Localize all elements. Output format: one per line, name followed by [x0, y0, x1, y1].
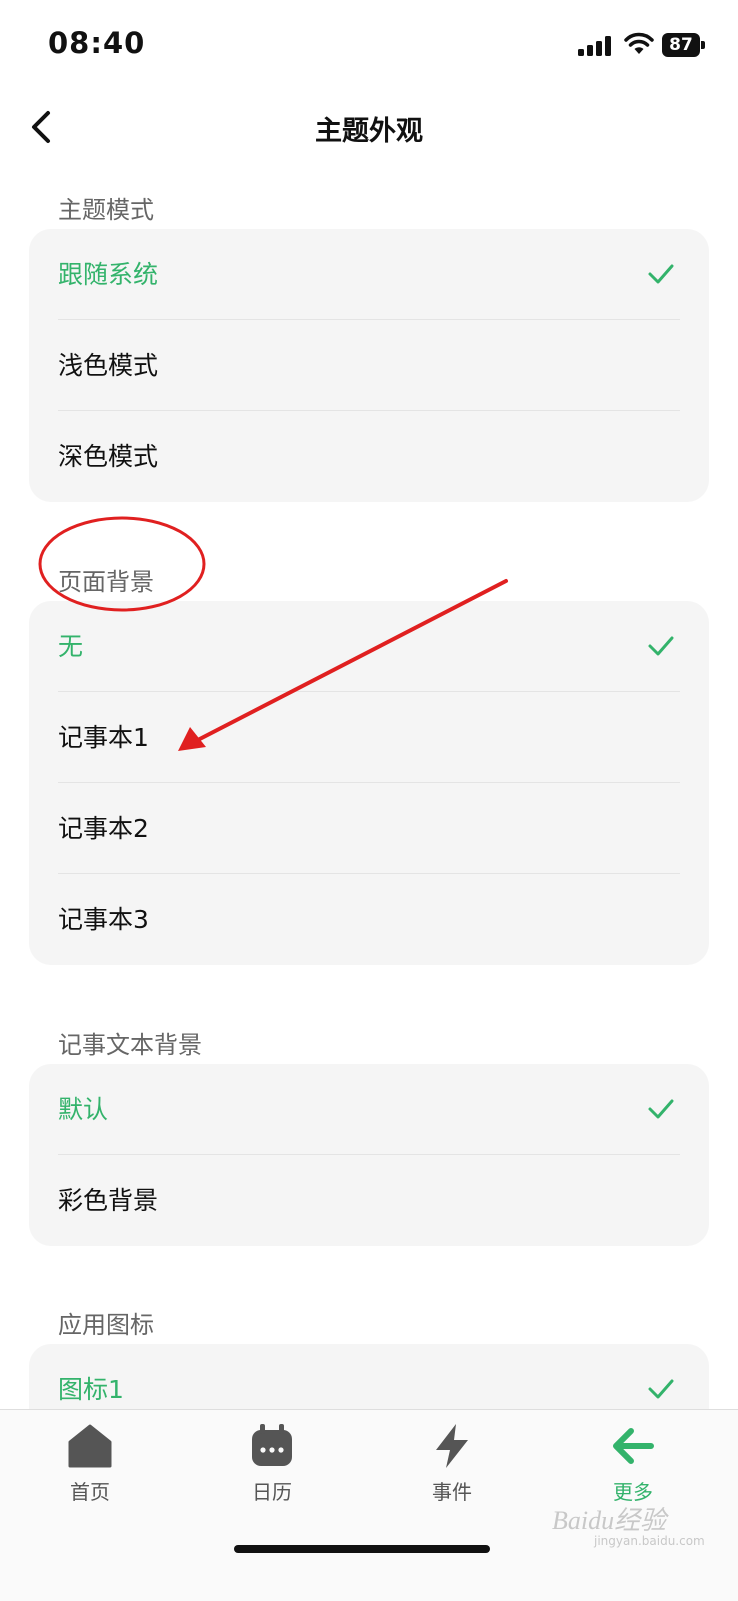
app-icon-card: 图标1	[29, 1344, 709, 1409]
tab-home[interactable]: 首页	[30, 1422, 150, 1512]
option-label: 浅色模式	[58, 351, 159, 380]
home-indicator	[234, 1545, 490, 1553]
option-label: 记事本2	[58, 814, 149, 843]
option-label: 记事本1	[58, 723, 149, 752]
tab-calendar[interactable]: 日历	[212, 1422, 332, 1512]
calendar-icon	[252, 1424, 292, 1466]
wifi-icon	[624, 32, 654, 54]
watermark-logo: Baidu经验	[552, 1506, 667, 1535]
option-color-background[interactable]: 彩色背景	[29, 1155, 709, 1246]
option-notebook-2[interactable]: 记事本2	[29, 783, 709, 874]
status-bar: 08:40 87	[0, 0, 738, 90]
option-label: 默认	[58, 1095, 109, 1124]
tab-label: 日历	[252, 1480, 292, 1504]
option-dark-mode[interactable]: 深色模式	[29, 411, 709, 502]
option-label: 彩色背景	[58, 1186, 159, 1215]
lightning-icon	[436, 1424, 468, 1468]
section-label-note-text-background: 记事文本背景	[58, 1031, 202, 1059]
option-follow-system[interactable]: 跟随系统	[29, 229, 709, 320]
status-time: 08:40	[48, 26, 146, 60]
battery-icon: 87	[662, 33, 706, 57]
tab-events[interactable]: 事件	[392, 1422, 512, 1512]
option-icon-1[interactable]: 图标1	[29, 1344, 709, 1409]
home-icon	[68, 1424, 112, 1468]
tab-more[interactable]: 更多	[573, 1422, 693, 1512]
arrow-left-icon	[613, 1428, 654, 1464]
option-label: 跟随系统	[58, 260, 159, 289]
checkmark-icon	[648, 636, 674, 656]
page-title: 主题外观	[315, 116, 423, 147]
option-default[interactable]: 默认	[29, 1064, 709, 1155]
checkmark-icon	[648, 1099, 674, 1119]
watermark-url: jingyan.baidu.com	[594, 1534, 705, 1548]
battery-level: 87	[662, 33, 700, 57]
theme-mode-card: 跟随系统 浅色模式 深色模式	[29, 229, 709, 502]
nav-bar: 主题外观	[0, 95, 738, 159]
option-label: 记事本3	[58, 905, 149, 934]
option-label: 无	[58, 632, 84, 661]
note-text-background-card: 默认 彩色背景	[29, 1064, 709, 1246]
option-label: 深色模式	[58, 442, 159, 471]
option-light-mode[interactable]: 浅色模式	[29, 320, 709, 411]
checkmark-icon	[648, 264, 674, 284]
tab-label: 事件	[432, 1480, 472, 1504]
section-label-app-icon: 应用图标	[58, 1311, 154, 1339]
section-label-theme-mode: 主题模式	[58, 196, 154, 224]
option-notebook-3[interactable]: 记事本3	[29, 874, 709, 965]
tab-label: 首页	[70, 1480, 110, 1504]
annotation-arrow	[178, 579, 508, 751]
checkmark-icon	[648, 1379, 674, 1399]
option-label: 图标1	[58, 1375, 124, 1404]
cellular-signal-icon	[578, 36, 611, 56]
